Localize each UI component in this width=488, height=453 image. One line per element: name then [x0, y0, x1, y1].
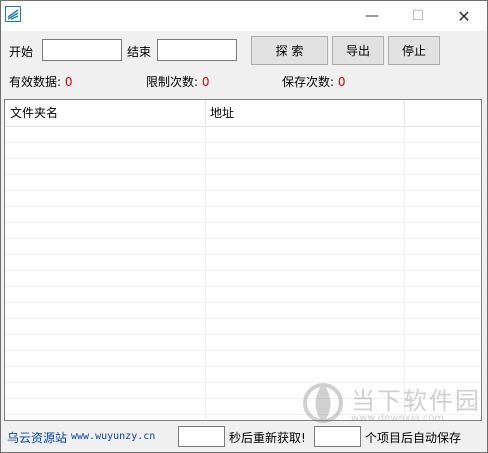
end-label: 结束: [127, 45, 152, 59]
export-button[interactable]: 导出: [332, 36, 384, 65]
grid-row-line: [5, 206, 481, 207]
grid-row-line: [5, 158, 481, 159]
export-button-label: 导出: [345, 44, 370, 58]
maximize-icon: ☐: [411, 8, 425, 24]
grid-row-line: [5, 414, 481, 415]
column-header-address[interactable]: 地址: [205, 100, 405, 126]
grid-row-line: [5, 302, 481, 303]
grid-column-line: [205, 126, 206, 420]
grid-row-line: [5, 366, 481, 367]
end-input[interactable]: [157, 39, 237, 61]
valid-data-value: 0: [64, 75, 73, 89]
autosave-label: 个项目后自动保存: [365, 431, 462, 445]
valid-data-stat: 有效数据: 0: [9, 73, 73, 90]
grid-row-line: [5, 398, 481, 399]
limit-count-value: 0: [201, 75, 210, 89]
stop-button[interactable]: 停止: [388, 36, 440, 65]
search-button[interactable]: 探 索: [251, 36, 328, 65]
maximize-button[interactable]: ☐: [395, 1, 441, 31]
search-button-label: 探 索: [275, 44, 304, 58]
grid-row-line: [5, 222, 481, 223]
refresh-interval-input[interactable]: [178, 426, 225, 447]
column-header-folder[interactable]: 文件夹名: [5, 100, 205, 126]
limit-count-stat: 限制次数: 0: [146, 73, 210, 90]
site-name-link[interactable]: 乌云资源站: [7, 429, 67, 446]
minimize-button[interactable]: —: [349, 1, 395, 31]
refresh-interval-label: 秒后重新获取!: [229, 431, 306, 445]
grid-row-line: [5, 318, 481, 319]
save-count-stat: 保存次数: 0: [282, 73, 346, 90]
grid-row-line: [5, 382, 481, 383]
grid-row-line: [5, 238, 481, 239]
limit-count-label: 限制次数:: [146, 75, 199, 89]
list-header: 文件夹名 地址: [5, 100, 481, 127]
app-icon: [5, 6, 21, 22]
minimize-icon: —: [365, 8, 379, 24]
app-window: — ☐ ✕ 开始 结束 探 索 导出 停止 有效数据: 0 限制次数: 0 保存…: [0, 0, 488, 453]
site-url-link[interactable]: www.wuyunzy.cn: [71, 431, 155, 442]
grid-column-line: [404, 126, 405, 420]
stop-button-label: 停止: [401, 44, 426, 58]
start-input[interactable]: [42, 39, 122, 61]
grid-row-line: [5, 350, 481, 351]
close-button[interactable]: ✕: [441, 1, 487, 31]
grid-row-line: [5, 254, 481, 255]
save-count-label: 保存次数:: [282, 75, 335, 89]
save-count-value: 0: [337, 75, 346, 89]
grid-row-line: [5, 142, 481, 143]
grid-row-line: [5, 174, 481, 175]
autosave-count-input[interactable]: [314, 426, 361, 447]
grid-row-line: [5, 190, 481, 191]
grid-row-line: [5, 286, 481, 287]
grid-row-line: [5, 270, 481, 271]
title-bar: — ☐ ✕: [1, 1, 487, 31]
results-list[interactable]: 文件夹名 地址: [4, 99, 482, 421]
start-label: 开始: [9, 45, 34, 59]
column-header-extra[interactable]: [404, 100, 479, 126]
close-icon: ✕: [457, 6, 471, 26]
valid-data-label: 有效数据:: [9, 75, 62, 89]
grid-row-line: [5, 334, 481, 335]
